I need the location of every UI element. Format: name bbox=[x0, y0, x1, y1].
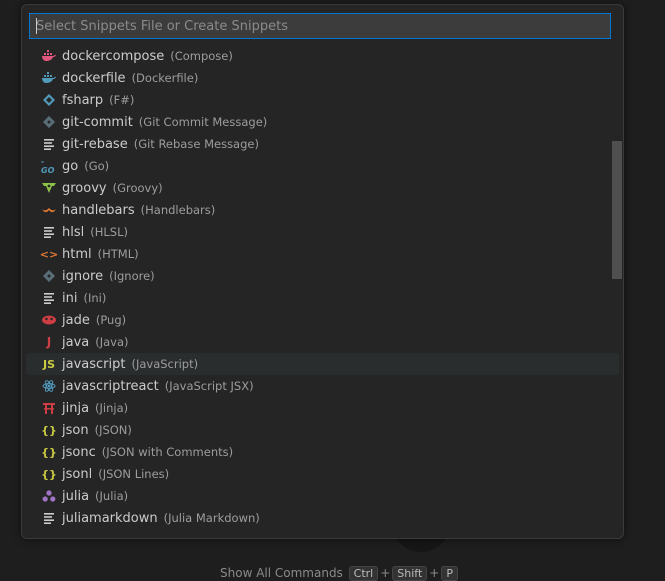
language-name: (JSON Lines) bbox=[98, 467, 170, 481]
language-id: hlsl bbox=[62, 224, 85, 240]
go-icon: -GO bbox=[41, 157, 55, 175]
list-scrollbar[interactable] bbox=[612, 141, 622, 279]
language-name: (Groovy) bbox=[112, 181, 163, 195]
language-name: (Ini) bbox=[83, 291, 107, 305]
language-id: javascriptreact bbox=[62, 378, 159, 394]
lines-icon bbox=[41, 510, 57, 526]
language-name: (Pug) bbox=[95, 313, 127, 327]
language-name: (Compose) bbox=[170, 49, 233, 63]
lines-icon bbox=[41, 290, 57, 306]
language-name: (Ignore) bbox=[109, 269, 155, 283]
language-name: (JSON) bbox=[94, 423, 132, 437]
language-id: ini bbox=[62, 290, 78, 306]
language-item-ignore[interactable]: ignore (Ignore) bbox=[26, 265, 619, 287]
language-name: (Java) bbox=[95, 335, 129, 349]
language-id: dockerfile bbox=[62, 70, 126, 86]
language-id: jinja bbox=[62, 400, 90, 416]
language-name: (Jinja) bbox=[95, 401, 129, 415]
julia-icon bbox=[41, 488, 57, 504]
snippets-search-input[interactable] bbox=[30, 14, 610, 38]
html-icon: <> bbox=[39, 247, 59, 261]
language-item-git-rebase[interactable]: git-rebase (Git Rebase Message) bbox=[26, 133, 619, 155]
language-id: julia bbox=[62, 488, 90, 504]
language-id: go bbox=[62, 158, 79, 174]
language-item-hlsl[interactable]: hlsl (HLSL) bbox=[26, 221, 619, 243]
language-id: ignore bbox=[62, 268, 104, 284]
quick-pick-panel: dockercompose (Compose) dockerfile (Dockerf… bbox=[21, 4, 624, 539]
language-id: handlebars bbox=[62, 202, 135, 218]
hint-text: Show All Commands bbox=[220, 566, 343, 580]
json-icon: {} bbox=[41, 423, 57, 437]
language-id: javascript bbox=[62, 356, 126, 372]
language-item-json[interactable]: {} json (JSON) bbox=[26, 419, 619, 441]
key-ctrl: Ctrl bbox=[348, 566, 379, 581]
fsharp-icon bbox=[41, 92, 57, 108]
language-name: (HTML) bbox=[97, 247, 139, 261]
language-item-dockerfile[interactable]: dockerfile (Dockerfile) bbox=[26, 67, 619, 89]
key-shift: Shift bbox=[392, 566, 428, 581]
groovy-icon bbox=[41, 180, 57, 196]
language-name: (Handlebars) bbox=[140, 203, 216, 217]
language-item-jsonl[interactable]: {} jsonl (JSON Lines) bbox=[26, 463, 619, 485]
language-id: dockercompose bbox=[62, 48, 165, 64]
language-name: (Julia) bbox=[95, 489, 129, 503]
language-name: (HLSL) bbox=[90, 225, 128, 239]
language-item-go[interactable]: -GO go (Go) bbox=[26, 155, 619, 177]
language-name: (Dockerfile) bbox=[131, 71, 199, 85]
quick-pick-input-box[interactable] bbox=[29, 13, 611, 39]
language-name: (Git Commit Message) bbox=[138, 115, 268, 129]
language-id: html bbox=[62, 246, 92, 262]
language-item-html[interactable]: <> html (HTML) bbox=[26, 243, 619, 265]
language-item-javascript[interactable]: JS javascript (JavaScript) bbox=[26, 353, 619, 375]
language-id: git-commit bbox=[62, 114, 133, 130]
lines-icon bbox=[41, 224, 57, 240]
language-item-dockercompose[interactable]: dockercompose (Compose) bbox=[26, 45, 619, 67]
language-id: json bbox=[62, 422, 89, 438]
language-item-jinja[interactable]: jinja (Jinja) bbox=[26, 397, 619, 419]
react-icon bbox=[41, 378, 57, 394]
json-icon: {} bbox=[41, 445, 57, 459]
language-item-java[interactable]: Jjava (Java) bbox=[26, 331, 619, 353]
json-icon: {} bbox=[41, 467, 57, 481]
language-id: jsonc bbox=[62, 444, 96, 460]
language-item-groovy[interactable]: groovy (Groovy) bbox=[26, 177, 619, 199]
key-p: P bbox=[441, 566, 458, 581]
java-icon: J bbox=[46, 335, 52, 349]
git-icon bbox=[41, 114, 57, 130]
language-name: (Git Rebase Message) bbox=[133, 137, 259, 151]
show-all-commands-hint: Show All Commands Ctrl + Shift + P bbox=[220, 566, 460, 581]
language-name: (JavaScript) bbox=[131, 357, 199, 371]
language-id: jade bbox=[62, 312, 90, 328]
language-id: java bbox=[62, 334, 90, 350]
git-icon bbox=[41, 268, 57, 284]
language-id: git-rebase bbox=[62, 136, 128, 152]
language-item-jsonc[interactable]: {} jsonc (JSON with Comments) bbox=[26, 441, 619, 463]
jinja-icon bbox=[41, 400, 57, 416]
language-name: (JSON with Comments) bbox=[101, 445, 234, 459]
language-id: groovy bbox=[62, 180, 107, 196]
language-list: dockercompose (Compose) dockerfile (Dockerf… bbox=[22, 45, 623, 538]
language-name: (Go) bbox=[84, 159, 110, 173]
lines-icon bbox=[41, 136, 57, 152]
language-item-fsharp[interactable]: fsharp (F#) bbox=[26, 89, 619, 111]
language-id: fsharp bbox=[62, 92, 104, 108]
language-item-juliamarkdown[interactable]: juliamarkdown (Julia Markdown) bbox=[26, 507, 619, 529]
handlebars-icon bbox=[41, 202, 57, 218]
language-item-git-commit[interactable]: git-commit (Git Commit Message) bbox=[26, 111, 619, 133]
language-item-jade[interactable]: jade (Pug) bbox=[26, 309, 619, 331]
language-name: (F#) bbox=[109, 93, 135, 107]
language-item-javascriptreact[interactable]: javascriptreact (JavaScript JSX) bbox=[26, 375, 619, 397]
docker-icon bbox=[41, 70, 57, 86]
docker-compose-icon bbox=[41, 48, 57, 64]
language-name: (Julia Markdown) bbox=[163, 511, 260, 525]
javascript-icon: JS bbox=[42, 357, 55, 371]
language-item-ini[interactable]: ini (Ini) bbox=[26, 287, 619, 309]
language-item-handlebars[interactable]: handlebars (Handlebars) bbox=[26, 199, 619, 221]
language-name: (JavaScript JSX) bbox=[164, 379, 254, 393]
language-item-julia[interactable]: julia (Julia) bbox=[26, 485, 619, 507]
pug-icon bbox=[41, 312, 57, 328]
language-id: jsonl bbox=[62, 466, 93, 482]
language-id: juliamarkdown bbox=[62, 510, 158, 526]
text-caret bbox=[36, 18, 37, 34]
